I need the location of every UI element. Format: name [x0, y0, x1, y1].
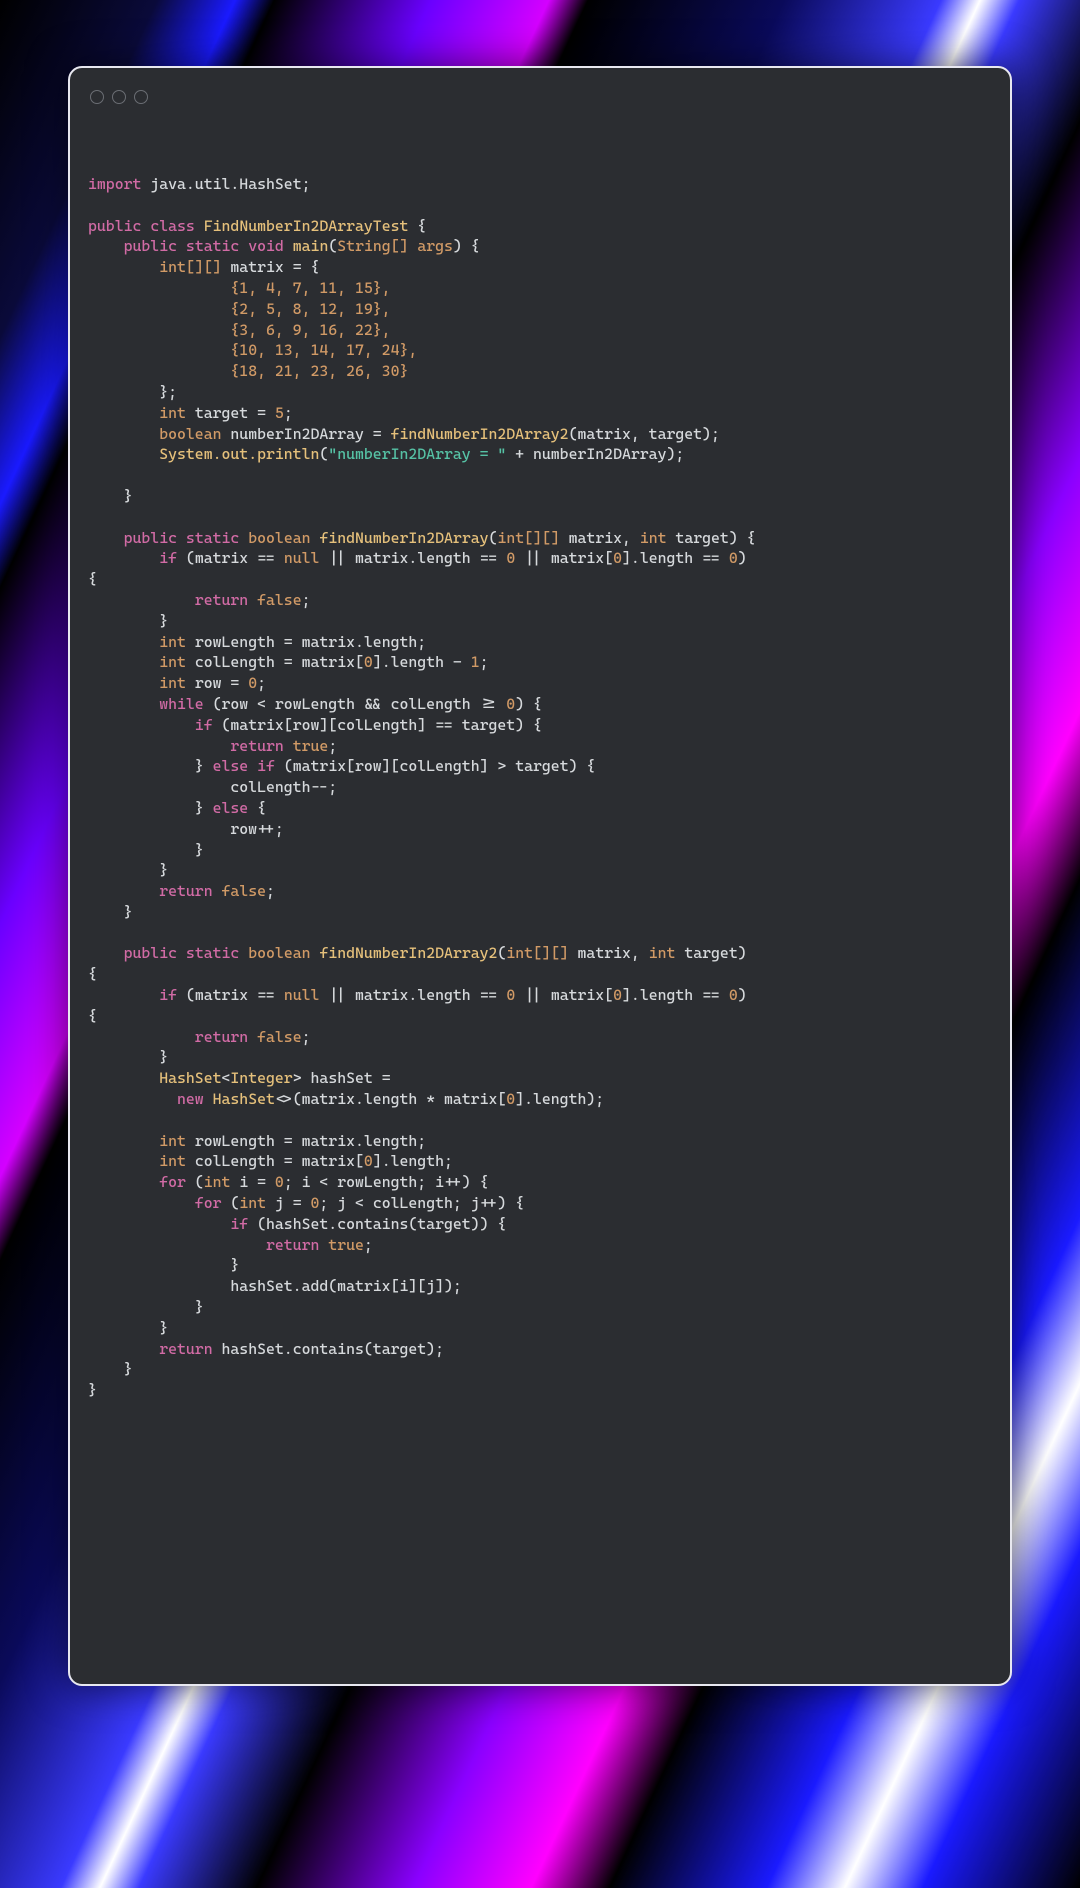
var-colLength: colLength — [195, 1152, 275, 1170]
kw-if: if — [159, 986, 177, 1004]
fn-main: main — [293, 237, 329, 255]
lit-1: 1 — [471, 653, 480, 671]
lit-0: 0 — [506, 695, 515, 713]
call-findNumberIn2DArray2: findNumberIn2DArray2 — [391, 425, 569, 443]
kw-static: static — [186, 237, 239, 255]
lit-false: false — [257, 591, 302, 609]
lit-0: 0 — [506, 549, 515, 567]
string-literal: "numberIn2DArray = " — [328, 445, 506, 463]
kw-for: for — [159, 1173, 186, 1191]
kw-import: import — [88, 175, 141, 193]
kw-class: class — [150, 217, 195, 235]
lit-false: false — [257, 1028, 302, 1046]
var-rowLength: rowLength — [195, 1132, 275, 1150]
kw-else: else — [213, 799, 249, 817]
kw-void: void — [248, 237, 284, 255]
kw-if: if — [230, 1215, 248, 1233]
kw-while: while — [159, 695, 204, 713]
kw-for: for — [195, 1194, 222, 1212]
kw-public: public — [88, 217, 141, 235]
var-numberIn2DArray: numberIn2DArray — [230, 425, 363, 443]
kw-new: new — [177, 1090, 204, 1108]
lit-0: 0 — [613, 986, 622, 1004]
kw-public: public — [124, 237, 177, 255]
code-window: import java.util.HashSet; public class F… — [68, 66, 1012, 1686]
fn-findNumberIn2DArray: findNumberIn2DArray — [319, 529, 488, 547]
lit-5: 5 — [275, 404, 284, 422]
type-int: int — [159, 1132, 186, 1150]
matrix-row-5: {18, 21, 23, 26, 30} — [230, 362, 408, 380]
traffic-dot-minimize[interactable] — [112, 90, 126, 104]
lit-0: 0 — [275, 1173, 284, 1191]
kw-public: public — [124, 529, 177, 547]
type-int-arr2: int[][] — [497, 529, 559, 547]
kw-else: else — [213, 757, 249, 775]
var-target: target — [195, 404, 248, 422]
type-int: int — [159, 674, 186, 692]
type-boolean: boolean — [248, 944, 310, 962]
kw-if: if — [195, 716, 213, 734]
ctor-HashSet: HashSet — [213, 1090, 275, 1108]
lit-0: 0 — [364, 653, 373, 671]
type-int-arr2: int[][] — [506, 944, 568, 962]
var-rowLength: rowLength — [195, 633, 275, 651]
call-println: System.out.println — [159, 445, 319, 463]
matrix-row-4: {10, 13, 14, 17, 24}, — [230, 341, 417, 359]
type-int-arr2: int[][] — [159, 258, 221, 276]
var-hashSet: hashSet — [311, 1069, 373, 1087]
kw-return: return — [159, 1340, 212, 1358]
lit-null: null — [284, 986, 320, 1004]
lit-true: true — [293, 737, 329, 755]
type-Integer: Integer — [230, 1069, 292, 1087]
fn-findNumberIn2DArray2: findNumberIn2DArray2 — [319, 944, 497, 962]
type-boolean: boolean — [248, 529, 310, 547]
lit-0: 0 — [364, 1152, 373, 1170]
var-row: row — [195, 674, 222, 692]
type-boolean: boolean — [159, 425, 221, 443]
lit-0: 0 — [613, 549, 622, 567]
var-colLength: colLength — [195, 653, 275, 671]
import-path: java.util.HashSet; — [141, 175, 310, 193]
type-HashSet: HashSet — [159, 1069, 221, 1087]
code-block: import java.util.HashSet; public class F… — [88, 174, 992, 1401]
type-int: int — [204, 1173, 231, 1191]
lit-0: 0 — [311, 1194, 320, 1212]
lit-0: 0 — [729, 549, 738, 567]
traffic-dot-close[interactable] — [90, 90, 104, 104]
var-matrix: matrix — [230, 258, 283, 276]
lit-true: true — [328, 1236, 364, 1254]
matrix-row-2: {2, 5, 8, 12, 19}, — [230, 300, 390, 318]
kw-static: static — [186, 529, 239, 547]
lit-0: 0 — [506, 986, 515, 1004]
type-int: int — [649, 944, 676, 962]
matrix-row-1: {1, 4, 7, 11, 15}, — [230, 279, 390, 297]
type-int: int — [159, 404, 186, 422]
lit-null: null — [284, 549, 320, 567]
type-int: int — [640, 529, 667, 547]
window-traffic-lights — [90, 90, 992, 104]
kw-return: return — [195, 591, 248, 609]
kw-public: public — [124, 944, 177, 962]
type-int: int — [159, 653, 186, 671]
lit-0: 0 — [506, 1090, 515, 1108]
kw-if: if — [257, 757, 275, 775]
kw-return: return — [266, 1236, 319, 1254]
param-args: String[] args — [337, 237, 453, 255]
type-int: int — [159, 1152, 186, 1170]
type-int: int — [239, 1194, 266, 1212]
kw-return: return — [230, 737, 283, 755]
lit-0: 0 — [729, 986, 738, 1004]
class-name: FindNumberIn2DArrayTest — [204, 217, 409, 235]
traffic-dot-zoom[interactable] — [134, 90, 148, 104]
lit-false: false — [222, 882, 267, 900]
matrix-row-3: {3, 6, 9, 16, 22}, — [230, 321, 390, 339]
kw-static: static — [186, 944, 239, 962]
kw-if: if — [159, 549, 177, 567]
lit-0: 0 — [248, 674, 257, 692]
type-int: int — [159, 633, 186, 651]
kw-return: return — [195, 1028, 248, 1046]
kw-return: return — [159, 882, 212, 900]
